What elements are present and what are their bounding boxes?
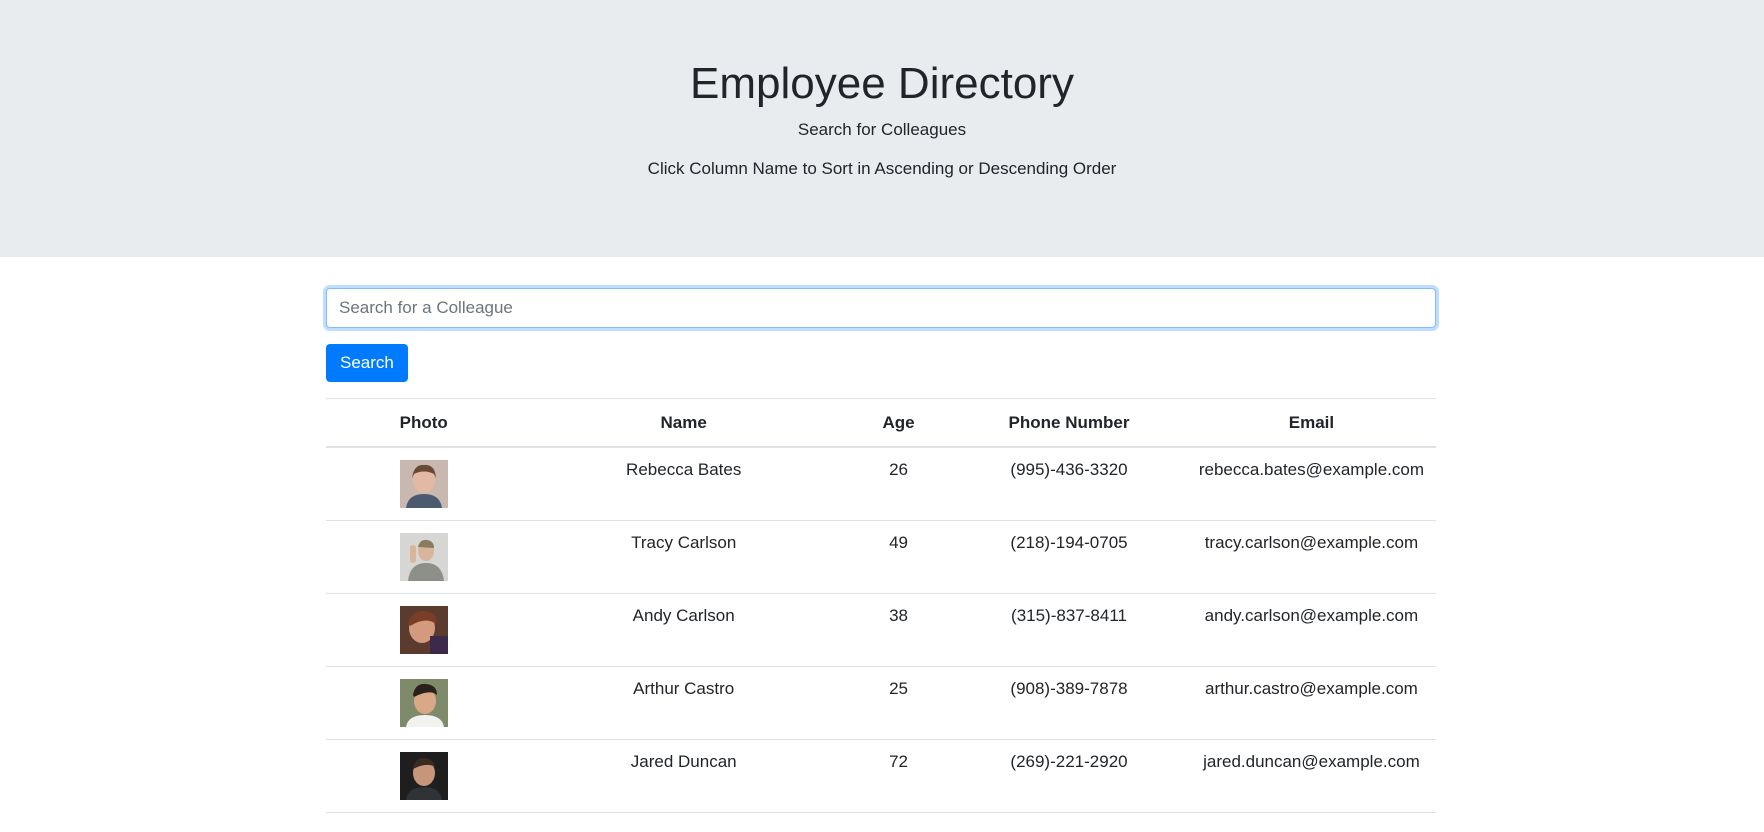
email-cell: arthur.castro@example.com	[1186, 666, 1436, 740]
photo-cell	[326, 593, 522, 667]
email-cell: andy.carlson@example.com	[1186, 593, 1436, 667]
photo-cell	[326, 666, 522, 740]
phone-cell: (995)-436-3320	[951, 447, 1187, 521]
age-cell: 25	[845, 666, 952, 740]
age-cell: 72	[845, 739, 952, 813]
page-subtitle: Search for Colleagues	[797, 119, 967, 139]
name-cell: Arthur Castro	[521, 666, 846, 740]
table-row: Arthur Castro 25 (908)-389-7878 arthur.c…	[326, 666, 1436, 740]
column-header-name[interactable]: Name	[521, 398, 846, 448]
search-input[interactable]	[326, 288, 1436, 328]
photo-cell	[326, 447, 522, 521]
name-cell: Jared Duncan	[521, 739, 846, 813]
column-header-phone[interactable]: Phone Number	[951, 398, 1187, 448]
email-cell: rebecca.bates@example.com	[1186, 447, 1436, 521]
name-cell: Andy Carlson	[521, 593, 846, 667]
column-header-age[interactable]: Age	[845, 398, 952, 448]
column-header-email[interactable]: Email	[1186, 398, 1436, 448]
photo-cell	[326, 739, 522, 813]
age-cell: 49	[845, 520, 952, 594]
table-header-row: Photo Name Age Phone Number Email	[326, 398, 1436, 448]
age-cell: 38	[845, 593, 952, 667]
column-header-photo[interactable]: Photo	[326, 398, 522, 448]
photo-cell	[326, 520, 522, 594]
avatar	[399, 679, 448, 727]
phone-cell: (218)-194-0705	[951, 520, 1187, 594]
page-title: Employee Directory	[690, 59, 1074, 108]
email-cell: tracy.carlson@example.com	[1186, 520, 1436, 594]
avatar	[399, 533, 448, 581]
header-jumbotron: Employee Directory Search for Colleagues…	[0, 0, 1764, 257]
main-container: Search Photo Name Age Phone Number Email	[326, 288, 1436, 813]
table-row: Jared Duncan 72 (269)-221-2920 jared.dun…	[326, 739, 1436, 813]
table-row: Andy Carlson 38 (315)-837-8411 andy.carl…	[326, 593, 1436, 667]
table-row: Tracy Carlson 49 (218)-194-0705 tracy.ca…	[326, 520, 1436, 594]
phone-cell: (269)-221-2920	[951, 739, 1187, 813]
phone-cell: (315)-837-8411	[951, 593, 1187, 667]
sort-hint: Click Column Name to Sort in Ascending o…	[647, 159, 1117, 179]
table-row: Rebecca Bates 26 (995)-436-3320 rebecca.…	[326, 447, 1436, 521]
email-cell: jared.duncan@example.com	[1186, 739, 1436, 813]
avatar	[399, 752, 448, 800]
name-cell: Rebecca Bates	[521, 447, 846, 521]
avatar	[399, 606, 448, 654]
phone-cell: (908)-389-7878	[951, 666, 1187, 740]
avatar	[399, 460, 448, 508]
search-button[interactable]: Search	[326, 344, 408, 382]
employee-table: Photo Name Age Phone Number Email Rebecc…	[326, 398, 1436, 813]
age-cell: 26	[845, 447, 952, 521]
name-cell: Tracy Carlson	[521, 520, 846, 594]
